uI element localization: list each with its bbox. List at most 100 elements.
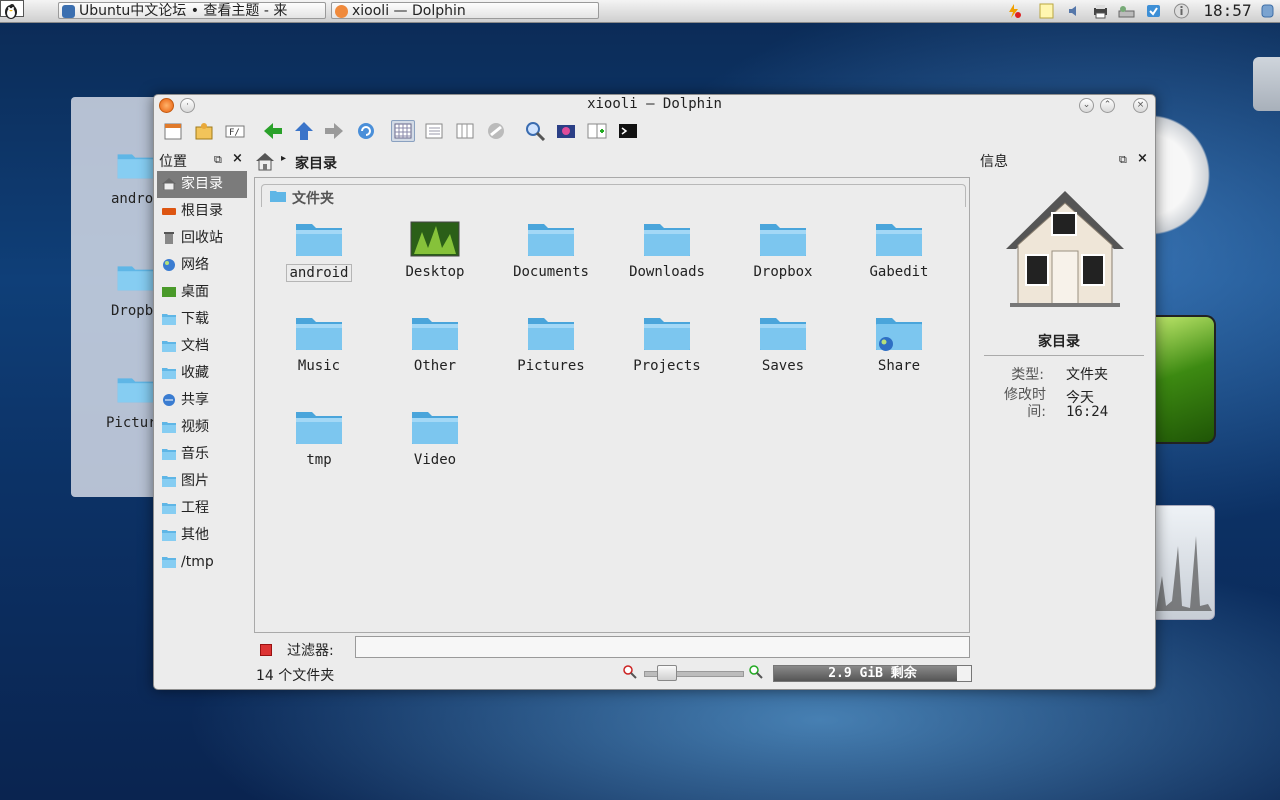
file-item[interactable]: tmp [264, 406, 374, 468]
power-icon[interactable] [1005, 3, 1022, 19]
close-panel-icon[interactable]: × [232, 151, 243, 166]
float-panel-icon[interactable]: ⧉ [1119, 153, 1127, 167]
place-label: 其他 [181, 527, 209, 543]
forward-button[interactable] [322, 120, 346, 142]
place-item[interactable]: 音乐 [157, 441, 247, 468]
file-item[interactable]: android [264, 218, 374, 282]
folder-icon [296, 224, 342, 256]
folder-icon [644, 224, 690, 256]
task-button-dolphin[interactable]: xiooli — Dolphin [331, 2, 599, 19]
clock[interactable]: 18:57 [1200, 0, 1255, 22]
divider [984, 355, 1144, 356]
find-button[interactable] [523, 120, 547, 142]
place-item[interactable]: 其他 [157, 522, 247, 549]
file-item[interactable]: Downloads [612, 218, 722, 280]
penguin-icon[interactable] [2, 2, 20, 20]
file-name: Share [877, 358, 921, 374]
place-item[interactable]: 共享 [157, 387, 247, 414]
file-item[interactable]: Video [380, 406, 490, 468]
up-button[interactable] [292, 120, 316, 142]
breadcrumb-current[interactable]: 家目录 [295, 153, 337, 173]
place-item[interactable]: 收藏 [157, 360, 247, 387]
minimize-button[interactable]: ⌄ [1079, 98, 1094, 113]
notes-button[interactable] [192, 120, 216, 142]
file-item[interactable]: Desktop [380, 218, 490, 280]
columns-view-icon [456, 123, 474, 139]
compare-button[interactable] [554, 120, 578, 142]
info-type-key: 类型: [1011, 367, 1044, 383]
file-item[interactable]: Gabedit [844, 218, 954, 280]
back-button[interactable] [261, 120, 285, 142]
place-item[interactable]: 根目录 [157, 198, 247, 225]
cpu-graph [1156, 536, 1212, 611]
file-name: Gabedit [869, 264, 929, 280]
icon-view[interactable]: 文件夹 android Desktop Documents Downloads Drop… [254, 177, 970, 633]
place-item[interactable]: 工程 [157, 495, 247, 522]
system-monitor-widget[interactable] [1152, 505, 1215, 620]
place-item[interactable]: 回收站 [157, 225, 247, 252]
place-item[interactable]: /tmp [157, 549, 247, 576]
file-item[interactable]: Pictures [496, 312, 606, 374]
title-bar[interactable]: · xiooli — Dolphin ⌄ ⌃ × [154, 95, 1155, 115]
place-item[interactable]: 网络 [157, 252, 247, 279]
volume-icon[interactable] [1066, 3, 1083, 19]
printer-icon[interactable] [1092, 3, 1109, 19]
rename-button[interactable]: F/ [223, 120, 247, 142]
float-panel-icon[interactable]: ⧉ [214, 153, 222, 167]
terminal-button[interactable] [616, 120, 640, 142]
dropbox-icon[interactable] [1145, 3, 1162, 19]
analog-clock-widget[interactable] [1150, 105, 1210, 245]
close-filter-icon[interactable] [260, 644, 272, 656]
network-status-icon[interactable] [1118, 3, 1135, 19]
reload-button[interactable] [354, 120, 378, 142]
window-title: xiooli — Dolphin [587, 96, 722, 112]
place-item[interactable]: 视频 [157, 414, 247, 441]
place-label: 音乐 [181, 446, 209, 462]
file-item[interactable]: Music [264, 312, 374, 374]
file-item[interactable]: Dropbox [728, 218, 838, 280]
text-field-icon: F/ [225, 125, 245, 138]
zoom-in-icon[interactable] [749, 665, 763, 679]
photo-frame-widget[interactable] [1152, 315, 1216, 444]
details-view-button[interactable] [422, 120, 446, 142]
task-button-browser[interactable]: Ubuntu中文论坛 • 查看主题 - 来 [58, 2, 326, 19]
filter-input[interactable] [355, 636, 970, 658]
file-name: Documents [513, 264, 589, 280]
preview-button[interactable] [484, 120, 508, 142]
folder-icon[interactable] [116, 146, 156, 182]
file-name: android [286, 264, 352, 282]
columns-view-button[interactable] [453, 120, 477, 142]
place-item[interactable]: 家目录 [157, 171, 247, 198]
file-item[interactable]: Share [844, 312, 954, 374]
folder-icon [412, 412, 458, 444]
place-item[interactable]: 图片 [157, 468, 247, 495]
zoom-out-icon[interactable] [623, 665, 637, 679]
dashboard-toolbox[interactable] [1253, 57, 1280, 111]
folder-icon[interactable] [116, 258, 156, 294]
system-icon[interactable] [1259, 3, 1276, 19]
notes-icon[interactable] [1038, 3, 1055, 19]
arrow-right-icon [325, 123, 343, 139]
close-button[interactable]: × [1133, 98, 1148, 113]
file-item[interactable]: Saves [728, 312, 838, 374]
breadcrumb-separator-icon[interactable]: ▸ [281, 153, 286, 164]
place-label: /tmp [181, 554, 214, 570]
place-item[interactable]: 下载 [157, 306, 247, 333]
folder-icon[interactable] [116, 370, 156, 406]
file-item[interactable]: Projects [612, 312, 722, 374]
info-icon[interactable] [1173, 3, 1190, 19]
maximize-button[interactable]: ⌃ [1100, 98, 1115, 113]
file-item[interactable]: Documents [496, 218, 606, 280]
home-icon[interactable] [254, 151, 276, 171]
task-label: xiooli — Dolphin [352, 3, 466, 19]
file-item[interactable]: Other [380, 312, 490, 374]
free-space-bar[interactable]: 2.9 GiB 剩余 [773, 665, 972, 682]
split-view-button[interactable] [585, 120, 609, 142]
zoom-slider-handle[interactable] [657, 665, 677, 681]
place-item[interactable]: 桌面 [157, 279, 247, 306]
close-panel-icon[interactable]: × [1137, 151, 1148, 166]
icons-view-button[interactable] [391, 120, 415, 142]
place-item[interactable]: 文档 [157, 333, 247, 360]
new-window-button[interactable] [161, 120, 185, 142]
place-label: 图片 [181, 473, 209, 489]
